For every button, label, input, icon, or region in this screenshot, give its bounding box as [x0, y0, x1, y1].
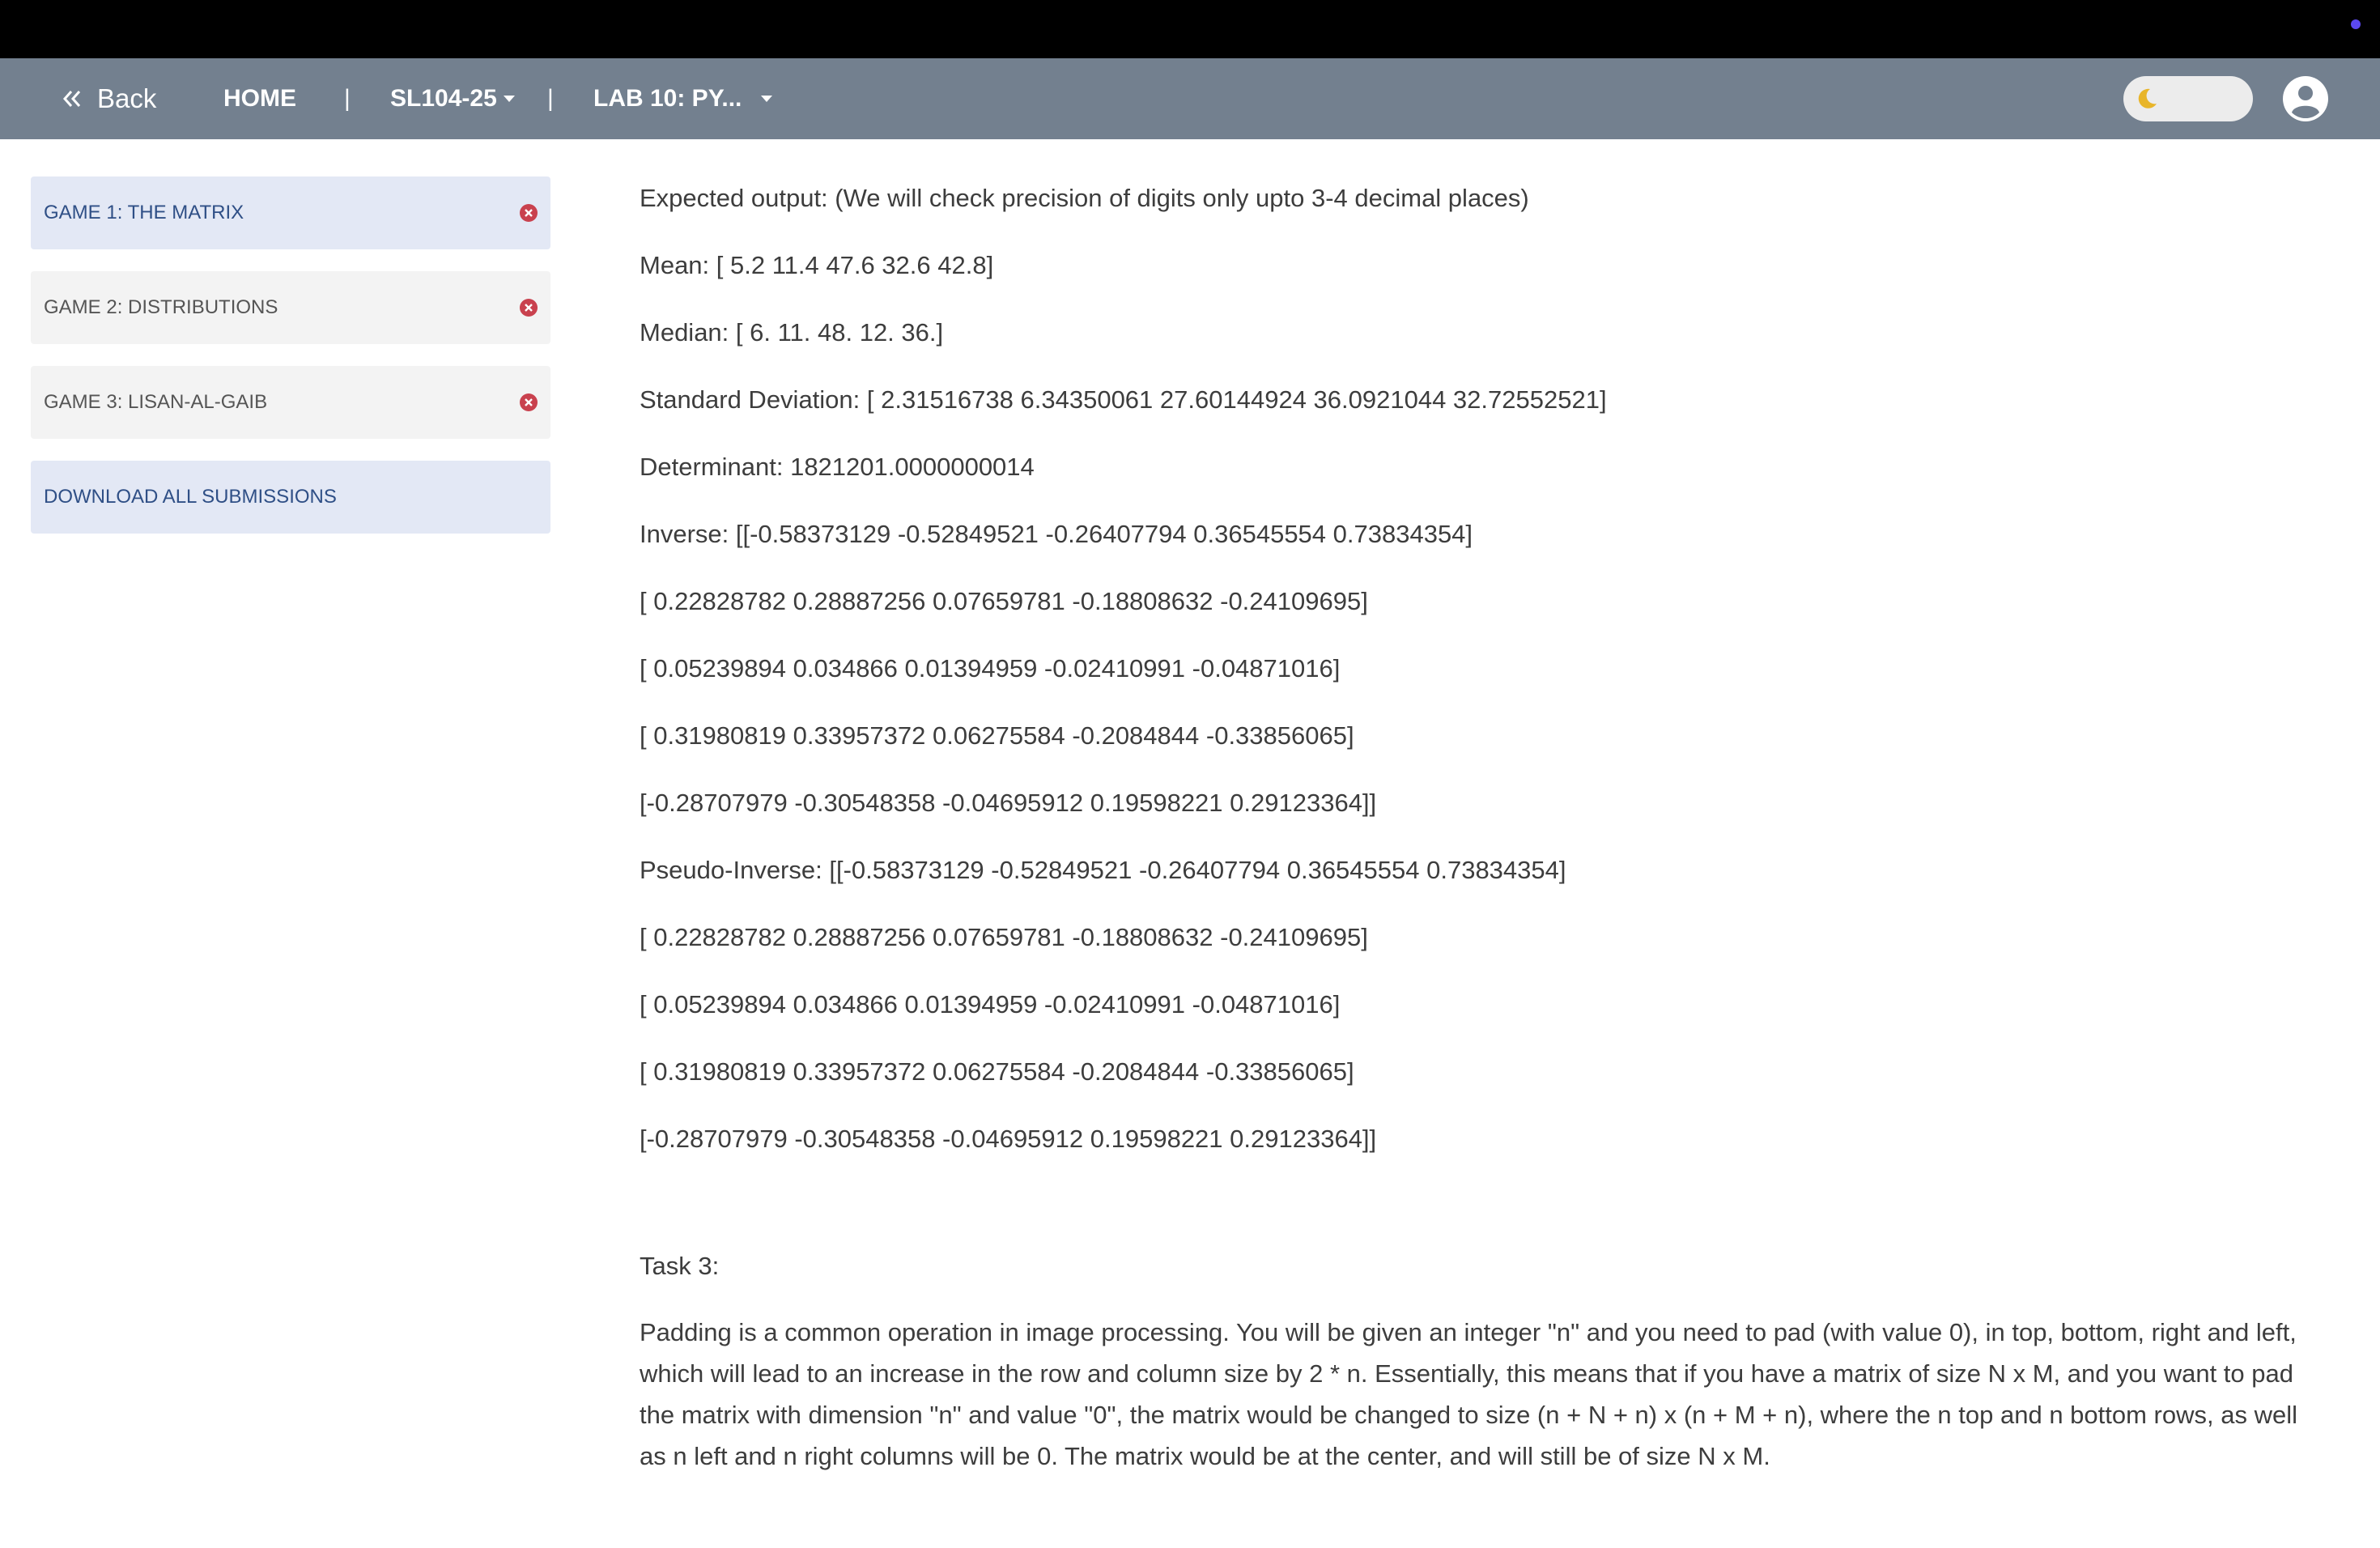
theme-toggle[interactable] — [2123, 76, 2253, 121]
home-link[interactable]: HOME — [223, 58, 296, 139]
sidebar-item-label: GAME 2: DISTRIBUTIONS — [44, 296, 278, 318]
lab-label: LAB 10: PY... — [593, 85, 742, 112]
output-line-inverse-row: [ 0.05239894 0.034866 0.01394959 -0.0241… — [640, 654, 1341, 683]
output-line-median: Median: [ 6. 11. 48. 12. 36.] — [640, 318, 944, 347]
output-line-pseudo-inverse-row: [ 0.05239894 0.034866 0.01394959 -0.0241… — [640, 990, 1341, 1019]
system-top-bar — [0, 0, 2380, 58]
nav-separator: | — [344, 85, 351, 112]
sidebar-item-game-2[interactable]: GAME 2: DISTRIBUTIONS — [31, 271, 550, 344]
output-line-inverse: Inverse: [[-0.58373129 -0.52849521 -0.26… — [640, 520, 1473, 548]
output-line-determinant: Determinant: 1821201.0000000014 — [640, 453, 1035, 481]
chevrons-left-icon — [62, 83, 83, 115]
back-label: Back — [97, 83, 157, 113]
output-line-pseudo-inverse-row: [ 0.31980819 0.33957372 0.06275584 -0.20… — [640, 1057, 1354, 1086]
status-dot — [2351, 19, 2361, 29]
course-label: SL104-25 — [390, 85, 497, 112]
course-dropdown[interactable]: SL104-25 — [390, 58, 515, 139]
download-all-submissions-button[interactable]: DOWNLOAD ALL SUBMISSIONS — [31, 461, 550, 534]
moon-icon — [2138, 88, 2157, 108]
nav-separator: | — [547, 85, 554, 112]
back-button[interactable]: Back — [62, 58, 156, 139]
lab-dropdown[interactable]: LAB 10: PY... — [593, 58, 773, 139]
output-line-std: Standard Deviation: [ 2.31516738 6.34350… — [640, 385, 1607, 414]
task-title: Task 3: — [640, 1252, 720, 1280]
output-line-mean: Mean: [ 5.2 11.4 47.6 32.6 42.8] — [640, 251, 994, 279]
close-circle-icon[interactable] — [520, 204, 538, 222]
task-description: Padding is a common operation in image p… — [640, 1318, 2297, 1470]
user-circle-icon[interactable] — [2283, 76, 2328, 121]
output-line-pseudo-inverse-row: [-0.28707979 -0.30548358 -0.04695912 0.1… — [640, 1125, 1377, 1153]
close-circle-icon[interactable] — [520, 393, 538, 411]
main-content: Expected output: (We will check precisio… — [640, 176, 2323, 1477]
output-line-pseudo-inverse: Pseudo-Inverse: [[-0.58373129 -0.5284952… — [640, 856, 1566, 884]
sidebar: GAME 1: THE MATRIX GAME 2: DISTRIBUTIONS… — [31, 176, 550, 534]
top-navbar: Back HOME | SL104-25 | LAB 10: PY... — [0, 58, 2380, 139]
sidebar-item-label: GAME 1: THE MATRIX — [44, 202, 244, 223]
sidebar-item-label: GAME 3: LISAN-AL-GAIB — [44, 391, 268, 413]
chevron-down-icon — [503, 96, 515, 102]
chevron-down-icon — [761, 96, 773, 102]
output-line-pseudo-inverse-row: [ 0.22828782 0.28887256 0.07659781 -0.18… — [640, 923, 1368, 951]
close-circle-icon[interactable] — [520, 299, 538, 317]
sidebar-item-game-1[interactable]: GAME 1: THE MATRIX — [31, 176, 550, 249]
sidebar-item-game-3[interactable]: GAME 3: LISAN-AL-GAIB — [31, 366, 550, 439]
output-line-inverse-row: [ 0.22828782 0.28887256 0.07659781 -0.18… — [640, 587, 1368, 615]
output-line-inverse-row: [ 0.31980819 0.33957372 0.06275584 -0.20… — [640, 721, 1354, 750]
expected-output-heading: Expected output: (We will check precisio… — [640, 184, 1529, 212]
output-line-inverse-row: [-0.28707979 -0.30548358 -0.04695912 0.1… — [640, 789, 1377, 817]
